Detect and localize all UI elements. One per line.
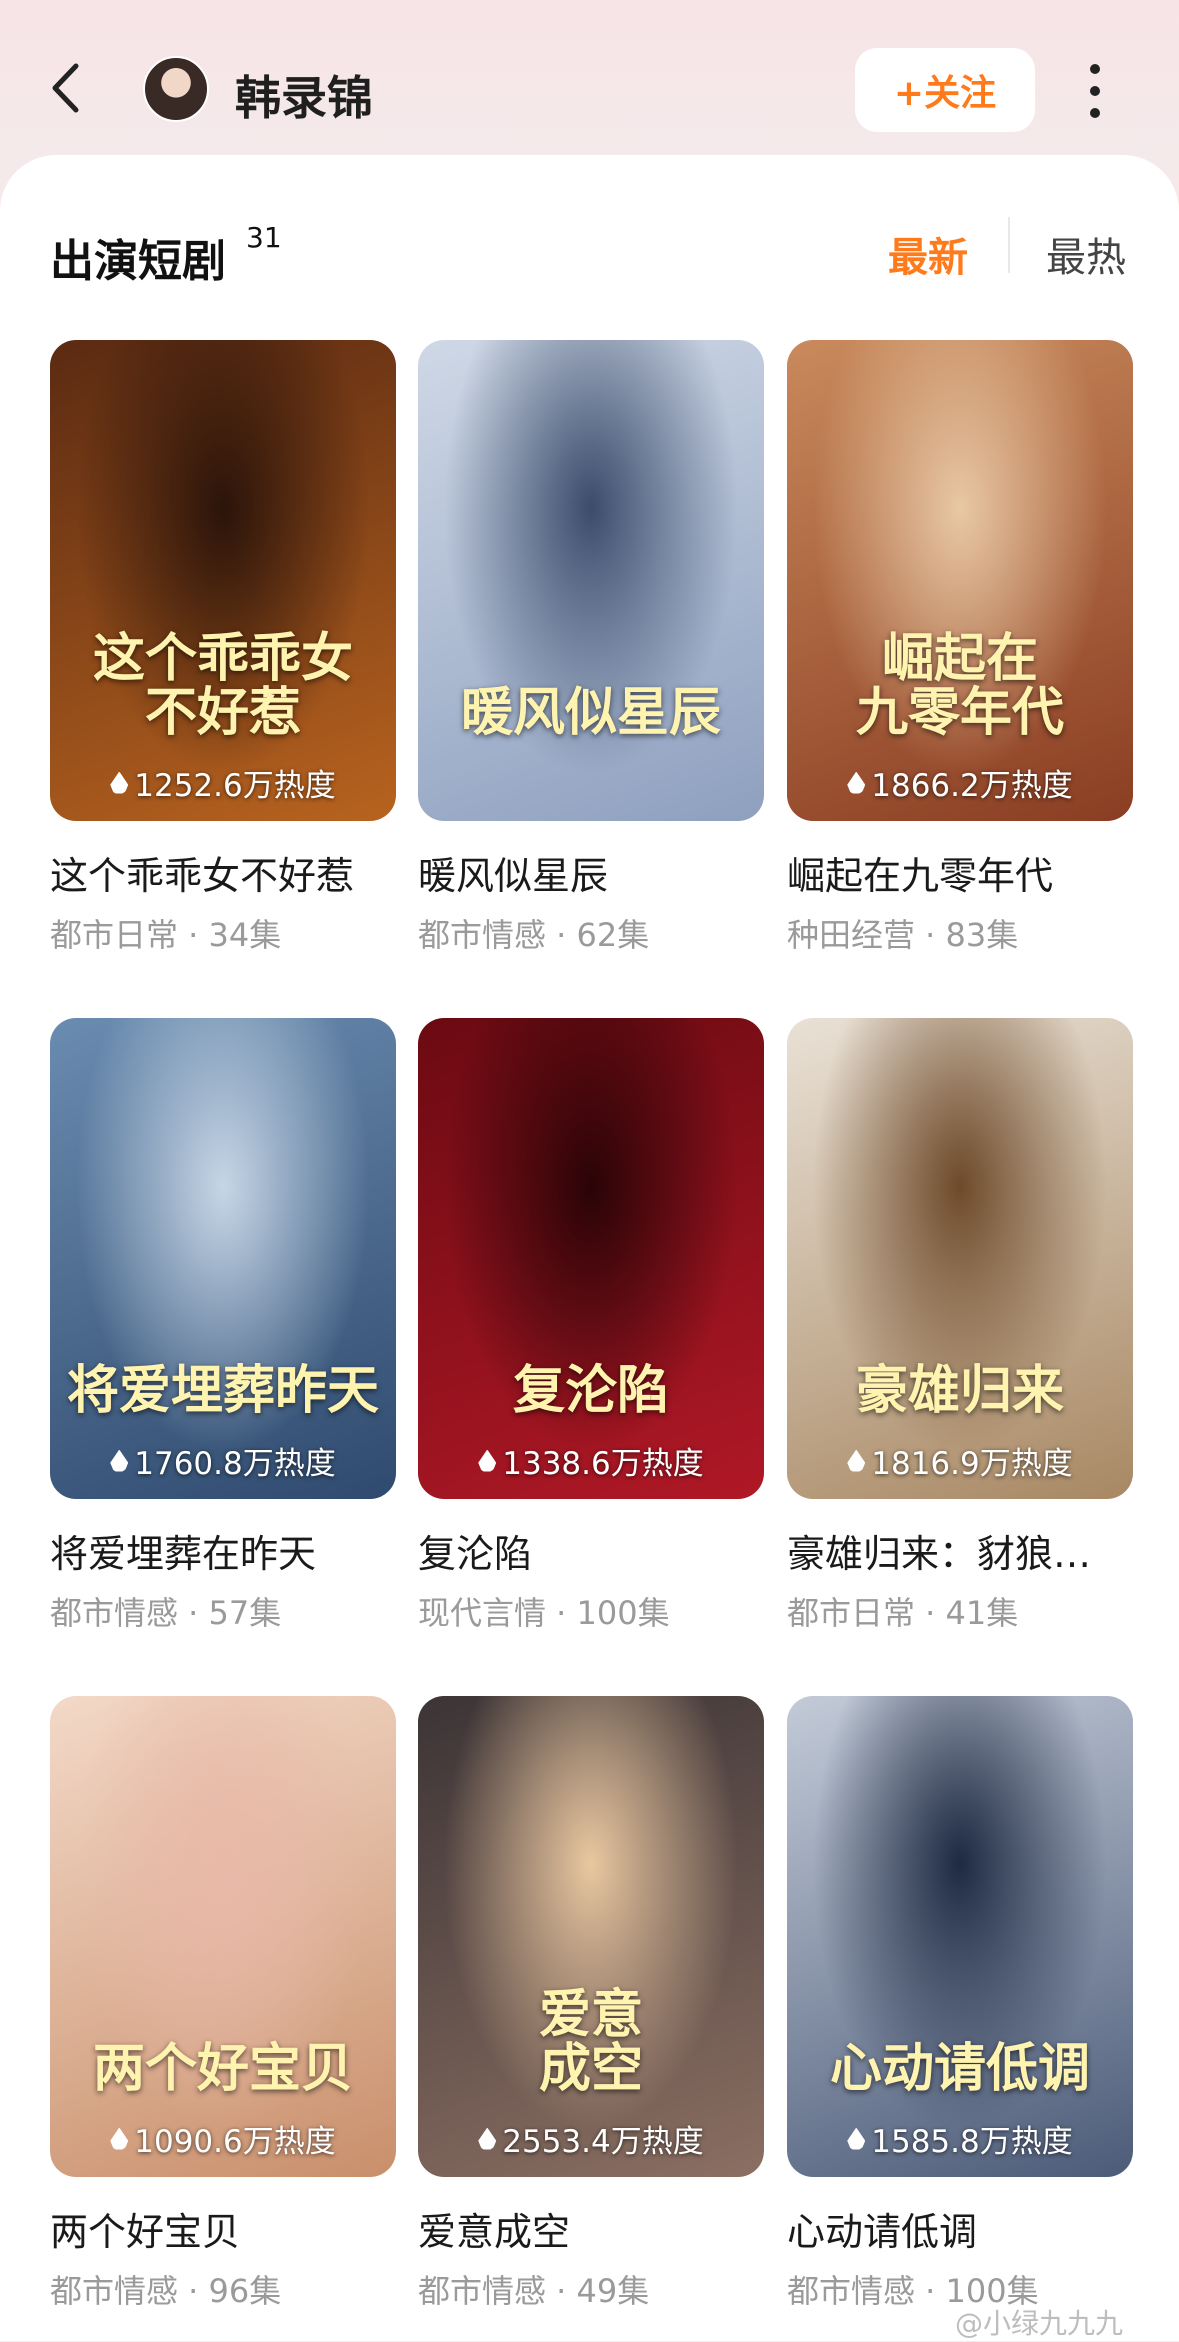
drama-title[interactable]: 暖风似星辰 bbox=[418, 845, 764, 900]
chevron-left-icon bbox=[52, 63, 79, 113]
heat-badge: 2553.4万热度 bbox=[418, 2116, 764, 2161]
poster-title-art: 将爱埋葬昨天 bbox=[66, 1360, 379, 1422]
poster-title-art: 心动请低调 bbox=[829, 2038, 1090, 2100]
heat-value: 1338.6万热度 bbox=[502, 1446, 704, 1482]
drama-title[interactable]: 豪雄归来：豺狼… bbox=[787, 1523, 1133, 1578]
drama-poster[interactable]: 爱意 成空 2553.4万热度 bbox=[418, 1696, 764, 2177]
drama-poster[interactable]: 崛起在 九零年代 1866.2万热度 bbox=[787, 340, 1133, 821]
poster-title-art: 暖风似星辰 bbox=[460, 682, 721, 744]
drama-meta: 都市情感 · 57集 bbox=[50, 1594, 282, 1632]
watermark: @小绿九九九 bbox=[955, 2307, 1124, 2340]
drama-title[interactable]: 两个好宝贝 bbox=[50, 2201, 396, 2256]
poster-title-art: 豪雄归来 bbox=[855, 1360, 1064, 1422]
poster-title-art: 这个乖乖女 不好惹 bbox=[92, 627, 353, 744]
drama-poster[interactable]: 暖风似星辰 bbox=[418, 340, 764, 821]
drama-title[interactable]: 崛起在九零年代 bbox=[787, 845, 1133, 900]
back-button[interactable] bbox=[40, 58, 90, 118]
heat-value: 1866.2万热度 bbox=[871, 768, 1073, 804]
heat-badge: 1866.2万热度 bbox=[787, 760, 1133, 805]
sort-hottest-tab[interactable]: 最热 bbox=[1046, 225, 1126, 283]
drama-poster[interactable]: 这个乖乖女 不好惹 1252.6万热度 bbox=[50, 340, 396, 821]
drama-meta: 现代言情 · 100集 bbox=[418, 1594, 670, 1632]
section-title: 出演短剧 bbox=[50, 236, 226, 287]
flame-drop-icon bbox=[847, 771, 866, 794]
flame-drop-icon bbox=[110, 2127, 129, 2150]
heat-value: 1760.8万热度 bbox=[134, 1446, 336, 1482]
profile-name: 韩录锦 bbox=[235, 71, 373, 125]
heat-badge: 1252.6万热度 bbox=[50, 760, 396, 805]
drama-meta: 都市日常 · 41集 bbox=[787, 1594, 1019, 1632]
drama-poster[interactable]: 心动请低调 1585.8万热度 bbox=[787, 1696, 1133, 2177]
drama-poster[interactable]: 将爱埋葬昨天 1760.8万热度 bbox=[50, 1018, 396, 1499]
flame-drop-icon bbox=[110, 1449, 129, 1472]
heat-badge: 1090.6万热度 bbox=[50, 2116, 396, 2161]
heat-badge: 1816.9万热度 bbox=[787, 1438, 1133, 1483]
section-count: 31 bbox=[246, 221, 282, 254]
poster-title-art: 复沦陷 bbox=[512, 1360, 669, 1422]
flame-drop-icon bbox=[478, 1449, 497, 1472]
divider bbox=[1008, 217, 1010, 273]
drama-meta: 都市情感 · 96集 bbox=[50, 2272, 282, 2310]
drama-title[interactable]: 爱意成空 bbox=[418, 2201, 764, 2256]
flame-drop-icon bbox=[110, 771, 129, 794]
heat-value: 1585.8万热度 bbox=[871, 2124, 1073, 2160]
heat-badge: 1585.8万热度 bbox=[787, 2116, 1133, 2161]
heat-badge: 1338.6万热度 bbox=[418, 1438, 764, 1483]
follow-button[interactable]: +关注 bbox=[855, 48, 1035, 132]
heat-badge: 1760.8万热度 bbox=[50, 1438, 396, 1483]
top-bar: 韩录锦 +关注 bbox=[0, 0, 1179, 170]
heat-value: 2553.4万热度 bbox=[502, 2124, 704, 2160]
drama-title[interactable]: 将爱埋葬在昨天 bbox=[50, 1523, 396, 1578]
flame-drop-icon bbox=[847, 2127, 866, 2150]
flame-drop-icon bbox=[847, 1449, 866, 1472]
drama-title[interactable]: 这个乖乖女不好惹 bbox=[50, 845, 396, 900]
more-options-icon[interactable] bbox=[1080, 58, 1110, 124]
drama-title[interactable]: 心动请低调 bbox=[787, 2201, 1133, 2256]
drama-title[interactable]: 复沦陷 bbox=[418, 1523, 764, 1578]
drama-meta: 都市情感 · 49集 bbox=[418, 2272, 650, 2310]
content-panel: 出演短剧 31 最新 最热 这个乖乖女 不好惹 1252.6万热度这个乖乖女不好惹… bbox=[0, 155, 1179, 2341]
drama-meta: 都市情感 · 62集 bbox=[418, 916, 650, 954]
poster-title-art: 两个好宝贝 bbox=[92, 2038, 353, 2100]
drama-poster[interactable]: 豪雄归来 1816.9万热度 bbox=[787, 1018, 1133, 1499]
sort-newest-tab[interactable]: 最新 bbox=[888, 225, 968, 283]
drama-poster[interactable]: 两个好宝贝 1090.6万热度 bbox=[50, 1696, 396, 2177]
heat-value: 1816.9万热度 bbox=[871, 1446, 1073, 1482]
drama-meta: 都市日常 · 34集 bbox=[50, 916, 282, 954]
flame-drop-icon bbox=[478, 2127, 497, 2150]
heat-value: 1090.6万热度 bbox=[134, 2124, 336, 2160]
drama-poster[interactable]: 复沦陷 1338.6万热度 bbox=[418, 1018, 764, 1499]
poster-title-art: 崛起在 九零年代 bbox=[855, 627, 1064, 744]
heat-value: 1252.6万热度 bbox=[134, 768, 336, 804]
drama-meta: 种田经营 · 83集 bbox=[787, 916, 1019, 954]
avatar[interactable] bbox=[143, 56, 209, 122]
poster-title-art: 爱意 成空 bbox=[538, 1983, 643, 2100]
